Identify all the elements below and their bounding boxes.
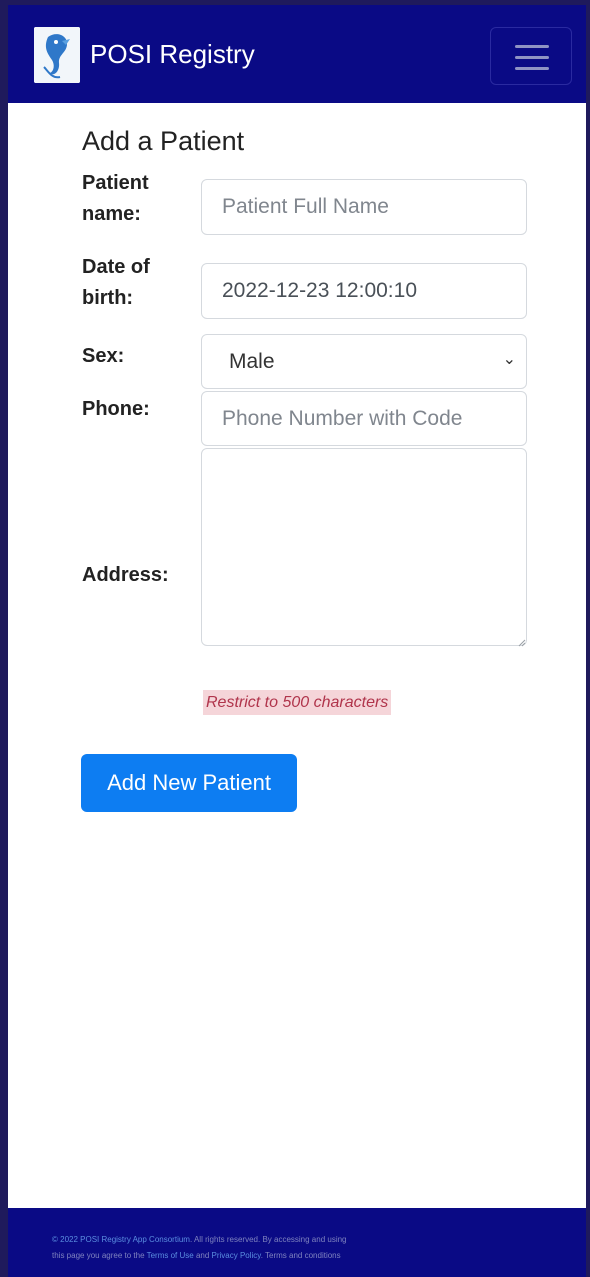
- seahorse-logo-icon: [34, 27, 80, 83]
- hamburger-menu-icon-bar: [515, 67, 549, 70]
- footer-agree-text: this page you agree to the: [52, 1251, 147, 1260]
- logo[interactable]: [34, 27, 80, 83]
- sex-label: Sex:: [82, 345, 125, 367]
- terms-of-use-link[interactable]: Terms of Use: [147, 1251, 194, 1260]
- phone-input[interactable]: [201, 391, 527, 446]
- footer-terms-text: . Terms and conditions: [260, 1251, 341, 1260]
- footer-copyright[interactable]: © 2022 POSI Registry App Consortium: [52, 1235, 190, 1244]
- footer-rights: . All rights reserved. By accessing and …: [189, 1235, 347, 1244]
- dob-input[interactable]: [201, 263, 527, 319]
- chevron-down-icon: ⌄: [502, 351, 516, 368]
- dob-label: Date of birth:: [82, 256, 150, 309]
- footer-and-text: and: [193, 1251, 212, 1260]
- address-textarea[interactable]: [201, 448, 527, 646]
- phone-label: Phone:: [82, 398, 150, 420]
- footer: © 2022 POSI Registry App Consortium. All…: [8, 1208, 586, 1277]
- patient-name-input[interactable]: [201, 179, 527, 235]
- address-hint: Restrict to 500 characters: [203, 690, 392, 715]
- menu-toggle-button[interactable]: [490, 27, 572, 85]
- privacy-policy-link[interactable]: Privacy Policy: [212, 1251, 261, 1260]
- patient-name-label: Patient name:: [82, 172, 149, 225]
- page-title: Add a Patient: [82, 126, 245, 156]
- sex-select-value: Male: [229, 350, 275, 373]
- hamburger-menu-icon: [515, 45, 549, 48]
- navbar: POSI Registry: [8, 5, 586, 103]
- hamburger-menu-icon-bar: [515, 56, 549, 59]
- resize-grip-icon[interactable]: [518, 639, 526, 647]
- sex-select[interactable]: Male ⌄: [201, 334, 527, 389]
- add-new-patient-button[interactable]: Add New Patient: [81, 754, 297, 812]
- page: POSI Registry Add a Patient Patient name…: [8, 5, 586, 1277]
- brand-title[interactable]: POSI Registry: [90, 37, 255, 71]
- footer-text: © 2022 POSI Registry App Consortium. All…: [52, 1232, 572, 1264]
- address-label: Address:: [82, 564, 169, 586]
